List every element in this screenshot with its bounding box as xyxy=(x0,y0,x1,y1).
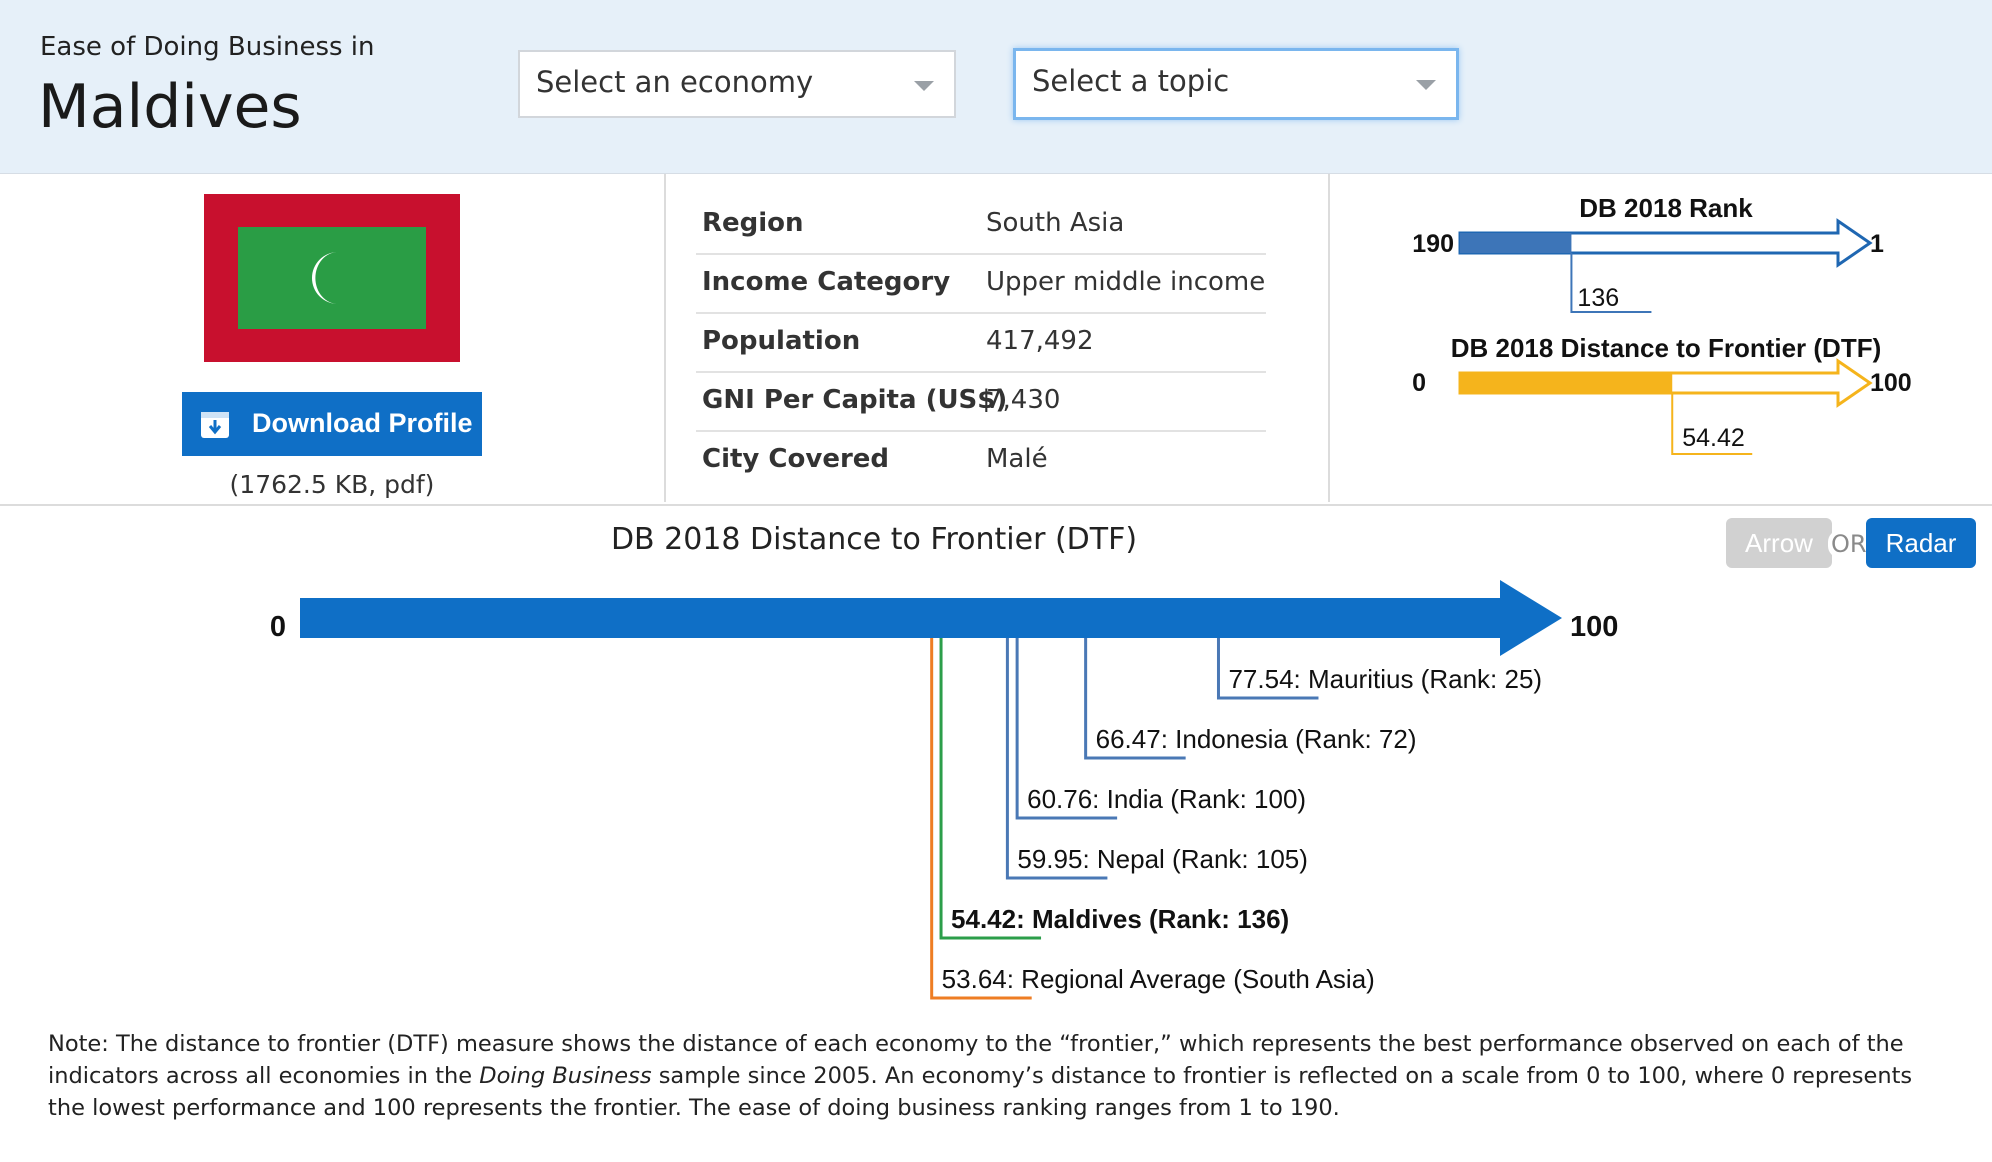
dtf-markers: 77.54: Mauritius (Rank: 25) 66.47: Indone… xyxy=(930,638,1542,1000)
dtf-marker-label: 77.54: Mauritius (Rank: 25) xyxy=(1228,664,1542,694)
dtf-mini-min-label: 0 xyxy=(1412,369,1426,397)
dtf-max-label: 100 xyxy=(1570,611,1618,643)
download-profile-label: Download Profile xyxy=(252,408,473,438)
info-row-population: Population 417,492 xyxy=(696,314,1266,373)
info-label: Population xyxy=(702,326,861,356)
dtf-marker-label: 60.76: India (Rank: 100) xyxy=(1027,784,1306,814)
info-value: South Asia xyxy=(986,208,1125,238)
download-profile-button[interactable]: Download Profile xyxy=(182,392,482,456)
column-divider xyxy=(664,174,666,502)
country-flag xyxy=(204,194,460,362)
info-value: Malé xyxy=(986,444,1048,474)
dtf-min-label: 0 xyxy=(270,611,286,643)
info-label: Region xyxy=(702,208,804,238)
topic-select[interactable]: Select a topic xyxy=(1013,48,1459,120)
page-subtitle: Ease of Doing Business in xyxy=(40,32,375,62)
info-row-region: Region South Asia xyxy=(696,196,1266,255)
rank-fill-bar xyxy=(1460,233,1572,253)
download-file-info: (1762.5 KB, pdf) xyxy=(229,470,435,499)
dtf-marker-label: 54.42: Maldives (Rank: 136) xyxy=(951,904,1289,934)
dtf-mini-max-label: 100 xyxy=(1870,369,1912,397)
dtf-marker-label: 53.64: Regional Average (South Asia) xyxy=(942,964,1375,994)
info-row-gni-per-capita: GNI Per Capita (US$) 7,430 xyxy=(696,373,1266,432)
download-icon xyxy=(201,412,229,438)
chevron-down-icon xyxy=(1416,80,1436,90)
dtf-mini-title: DB 2018 Distance to Frontier (DTF) xyxy=(1451,333,1882,363)
dtf-marker-label: 66.47: Indonesia (Rank: 72) xyxy=(1096,724,1417,754)
rank-max-label: 1 xyxy=(1870,230,1884,258)
dtf-arrow-chart: 0 100 77.54: Mauritius (Rank: 25) 66.47: … xyxy=(270,580,1618,1000)
dtf-marker-line xyxy=(939,638,1042,940)
rank-min-label: 190 xyxy=(1412,230,1454,258)
info-row-income-category: Income Category Upper middle income xyxy=(696,255,1266,314)
info-value: 417,492 xyxy=(986,326,1094,356)
page-title: Maldives xyxy=(38,72,302,142)
topic-select-placeholder: Select a topic xyxy=(1032,64,1230,98)
info-value: Upper middle income xyxy=(986,267,1266,297)
page-header: Ease of Doing Business in Maldives Selec… xyxy=(0,0,1992,174)
info-value: 7,430 xyxy=(986,385,1061,415)
rank-title: DB 2018 Rank xyxy=(1579,193,1753,223)
flag-field xyxy=(238,227,426,329)
rank-value-label: 136 xyxy=(1577,284,1619,312)
economy-select[interactable]: Select an economy xyxy=(518,50,956,118)
note-italic: Doing Business xyxy=(479,1063,652,1089)
economy-info-table: Region South Asia Income Category Upper … xyxy=(696,196,1266,489)
dtf-marker-label: 59.95: Nepal (Rank: 105) xyxy=(1017,844,1308,874)
dtf-note: Note: The distance to frontier (DTF) mea… xyxy=(48,1028,1948,1124)
economy-select-placeholder: Select an economy xyxy=(536,65,814,99)
info-label: GNI Per Capita (US$) xyxy=(702,385,1008,415)
dtf-mini-fill-bar xyxy=(1460,373,1673,393)
chevron-down-icon xyxy=(914,81,934,91)
info-row-city-covered: City Covered Malé xyxy=(696,432,1266,489)
dtf-mini-value-label: 54.42 xyxy=(1682,424,1745,452)
info-label: Income Category xyxy=(702,267,951,297)
info-label: City Covered xyxy=(702,444,890,474)
db-rank-dtf-summary: DB 2018 Rank 190 1 136 DB 2018 Distance … xyxy=(1412,193,1912,455)
